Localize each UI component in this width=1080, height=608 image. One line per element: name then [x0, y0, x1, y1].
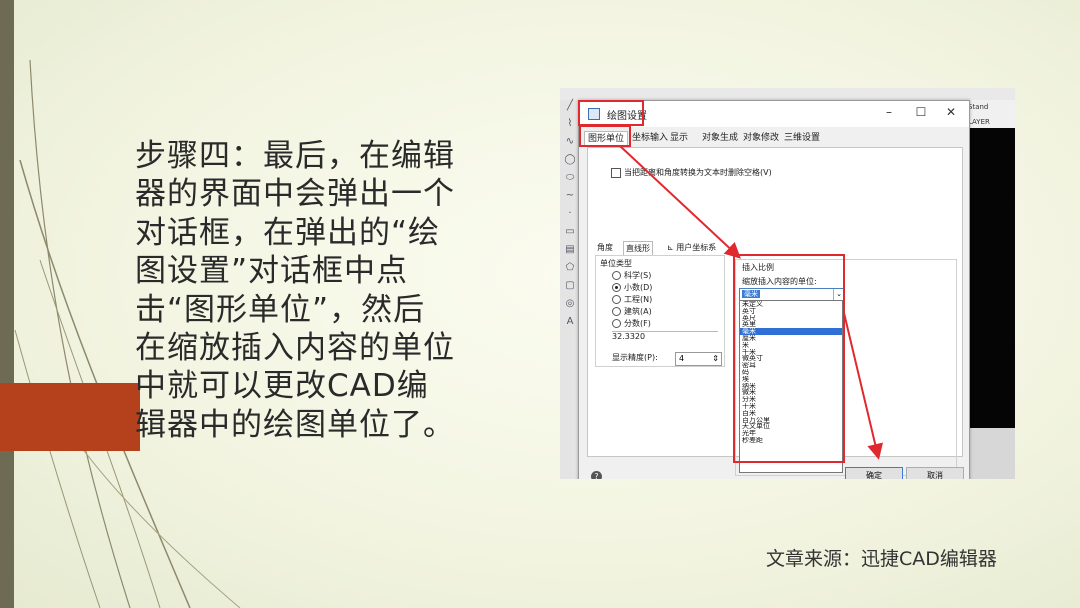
dialog-title: 绘图设置 — [607, 111, 647, 122]
ellipse-tool-icon[interactable]: ⬭ — [560, 172, 580, 190]
unit-option[interactable]: 英寸 — [740, 308, 842, 315]
layer-toolbar: Stand LAYER — [966, 100, 1015, 128]
drawing-canvas[interactable] — [966, 128, 1015, 428]
unit-option[interactable]: 埃 — [740, 376, 842, 383]
polyline-tool-icon[interactable]: ⌇ — [560, 118, 580, 136]
dialog-app-icon — [588, 108, 600, 120]
rect-tool-icon[interactable]: ▭ — [560, 226, 580, 244]
spin-arrows-icon[interactable]: ⇕ — [712, 353, 719, 365]
line-tool-icon[interactable]: ╱ — [560, 100, 580, 118]
insert-units-label: 缩放插入内容的单位: — [742, 277, 817, 286]
radio-architectural[interactable]: 建筑(A) — [612, 306, 652, 317]
source-credit: 文章来源：迅捷CAD编辑器 — [766, 548, 997, 570]
unit-option[interactable]: 微米 — [740, 389, 842, 396]
tab-drawing-units[interactable]: 图形单位 — [584, 131, 629, 147]
ok-button[interactable]: 确定 — [845, 467, 903, 479]
tab-display[interactable]: 显示 — [667, 131, 691, 146]
right-label: Stand — [968, 103, 989, 111]
layer-label: LAYER — [968, 118, 990, 126]
ucs-icon: ⊾ — [667, 243, 677, 252]
unit-type-label: 单位类型 — [600, 259, 632, 268]
unit-option[interactable]: 码 — [740, 369, 842, 376]
minimize-icon[interactable]: – — [879, 105, 899, 119]
checkbox-box[interactable] — [611, 167, 621, 178]
polygon-tool-icon[interactable]: ⬠ — [560, 262, 580, 280]
unit-option[interactable]: 毫米 — [740, 328, 842, 335]
subtab-ucs[interactable]: ⊾ 用户坐标系 — [665, 241, 718, 255]
unit-option[interactable]: 天文单位 — [740, 423, 842, 430]
unit-option[interactable]: 十米 — [740, 403, 842, 410]
unit-option[interactable]: 光年 — [740, 430, 842, 437]
radio-decimal[interactable]: 小数(D) — [612, 282, 652, 293]
slide-body-text: 步骤四：最后，在编辑器的界面中会弹出一个对话框，在弹出的“绘图设置”对话框中点击… — [135, 138, 455, 443]
drawing-settings-dialog: 绘图设置 – ☐ ✕ 图形单位 坐标输入 显示 对象生成 对象修改 三维设置 当… — [578, 100, 970, 479]
unit-option[interactable]: 百米 — [740, 410, 842, 417]
insert-scale-label: 插入比例 — [742, 263, 774, 272]
cad-screenshot: ╱ ⌇ ∿ ◯ ⬭ ~ · ▭ ▤ ⬠ ▢ ◎ A Stand LAYER 绘图… — [560, 88, 1015, 479]
precision-label: 显示精度(P): — [612, 353, 658, 362]
unit-option[interactable]: 英里 — [740, 321, 842, 328]
unit-option[interactable]: 百万公里 — [740, 417, 842, 424]
arc-tool-icon[interactable]: ∿ — [560, 136, 580, 154]
text-tool-icon[interactable]: A — [560, 316, 580, 334]
unit-option[interactable]: 英尺 — [740, 315, 842, 322]
dropdown-selected: 毫米 — [742, 290, 760, 298]
dialog-tabs: 图形单位 坐标输入 显示 对象生成 对象修改 三维设置 — [579, 131, 969, 147]
insert-units-list[interactable]: 未定义 英寸 英尺 英里 毫米 厘米米千米 微英寸 密耳码埃纳米 微米 分米 十米 百米 百万公里 天文单… — [739, 300, 843, 473]
region-tool-icon[interactable]: ▢ — [560, 280, 580, 298]
tab-coordinate-input[interactable]: 坐标输入 — [629, 131, 671, 146]
unit-option[interactable]: 未定义 — [740, 301, 842, 308]
maximize-icon[interactable]: ☐ — [911, 105, 931, 119]
sample-value: 32.3320 — [612, 331, 718, 341]
radio-scientific[interactable]: 科学(S) — [612, 270, 651, 281]
subtab-linear[interactable]: 直线形 — [623, 241, 653, 256]
circle-tool-icon[interactable]: ◯ — [560, 154, 580, 172]
radio-engineering[interactable]: 工程(N) — [612, 294, 652, 305]
close-icon[interactable]: ✕ — [941, 105, 961, 119]
remove-spaces-checkbox[interactable]: 当把距离和角度转换为文本时删除空格(V) — [611, 167, 772, 178]
unit-type-group: 单位类型 科学(S) 小数(D) 工程(N) 建筑(A) 分数(F) 32.33… — [595, 255, 725, 367]
app-menu-strip — [560, 88, 1015, 100]
tab-object-modify[interactable]: 对象修改 — [740, 131, 782, 146]
cancel-button[interactable]: 取消 — [906, 467, 964, 479]
unit-option[interactable]: 分米 — [740, 396, 842, 403]
unit-option[interactable]: 厘米 — [740, 335, 842, 342]
precision-stepper[interactable]: 4 ⇕ — [675, 352, 722, 366]
tab-3d-settings[interactable]: 三维设置 — [781, 131, 823, 146]
point-tool-icon[interactable]: · — [560, 208, 580, 226]
spline-tool-icon[interactable]: ~ — [560, 190, 580, 208]
arrow-accent-shape — [0, 383, 140, 451]
unit-option[interactable]: 纳米 — [740, 383, 842, 390]
help-icon[interactable]: ? — [591, 471, 602, 479]
checkbox-label: 当把距离和角度转换为文本时删除空格(V) — [624, 168, 772, 177]
unit-option[interactable]: 米 — [740, 342, 842, 349]
tab-object-snap[interactable]: 对象生成 — [699, 131, 741, 146]
unit-option[interactable]: 秒差距 — [740, 437, 842, 444]
chevron-down-icon[interactable]: ⌄ — [833, 289, 844, 300]
dialog-titlebar: 绘图设置 – ☐ ✕ — [579, 101, 969, 127]
unit-option[interactable]: 微英寸 — [740, 355, 842, 362]
subtab-angle[interactable]: 角度 — [595, 241, 615, 255]
unit-option[interactable]: 千米 — [740, 349, 842, 356]
unit-option[interactable]: 密耳 — [740, 362, 842, 369]
radio-fractional[interactable]: 分数(F) — [612, 318, 651, 329]
donut-tool-icon[interactable]: ◎ — [560, 298, 580, 316]
hatch-tool-icon[interactable]: ▤ — [560, 244, 580, 262]
